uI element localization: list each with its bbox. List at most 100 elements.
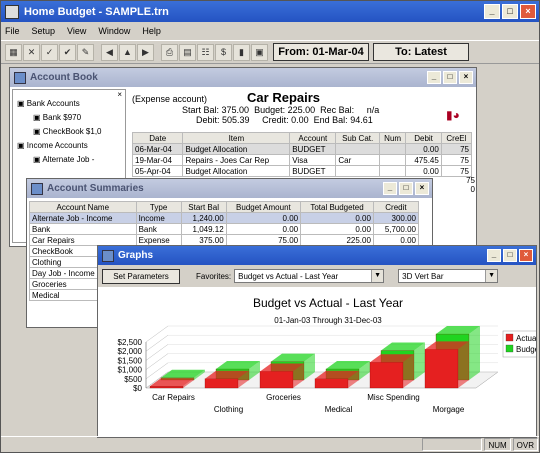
to-date-button[interactable]: To: Latest <box>373 43 469 61</box>
minimize-button[interactable]: _ <box>383 182 397 195</box>
account-summaries-titlebar[interactable]: Account Summaries _ □ × <box>27 179 432 198</box>
close-icon[interactable]: × <box>13 90 125 99</box>
maximize-button[interactable]: □ <box>503 249 517 262</box>
account-type: (Expense account) <box>132 94 208 104</box>
arrow-left-icon[interactable]: ◀ <box>101 43 118 61</box>
bar-actual <box>149 386 184 389</box>
graph-icon <box>102 249 114 262</box>
table-row[interactable]: Alternate Job - Income Income 1,240.00 0.00… <box>29 212 420 224</box>
arrow-up-icon[interactable]: ▲ <box>119 43 136 61</box>
bar-actual <box>314 378 349 389</box>
arrow-right-icon[interactable]: ▶ <box>137 43 154 61</box>
x-tick-label: Morgage <box>433 405 465 414</box>
app-title: Home Budget - SAMPLE.trn <box>24 5 169 18</box>
menu-help[interactable]: Help <box>142 26 161 36</box>
close-button[interactable]: × <box>520 4 536 19</box>
column-header: Date <box>131 132 184 144</box>
tree-item[interactable]: ▣ Bank $970 <box>13 113 125 127</box>
menu-view[interactable]: View <box>67 26 86 36</box>
num-lock-indicator: NUM <box>484 438 511 451</box>
delete-icon[interactable]: ✕ <box>23 43 40 61</box>
legend-swatch <box>505 333 514 342</box>
column-header: Sub Cat. <box>335 132 380 144</box>
tree-item[interactable]: ▣ CheckBook $1,0 <box>13 127 125 141</box>
x-tick-label: Medical <box>325 405 353 414</box>
account-book-title: Account Book <box>30 72 98 83</box>
column-header: Budget Amount <box>225 201 302 213</box>
check-all-icon[interactable]: ✔ <box>59 43 76 61</box>
account-summaries-title: Account Summaries <box>47 183 144 194</box>
table-row[interactable]: 19-Mar-04 Repairs - Joes Car Rep Visa Car 47… <box>131 154 473 166</box>
maximize-button[interactable]: □ <box>502 4 518 19</box>
column-header: Total Budgeted <box>300 201 374 213</box>
column-header: Num <box>378 132 407 144</box>
legend-swatch <box>505 344 514 353</box>
home-budget-app: Home Budget - SAMPLE.trn _ □ × File Setu… <box>0 0 540 453</box>
edit-icon[interactable]: ✎ <box>77 43 94 61</box>
y-tick-label: $1,000 <box>118 366 143 375</box>
menu-window[interactable]: Window <box>98 26 130 36</box>
toolbar: ▦ ✕ ✓ ✔ ✎ ◀ ▲ ▶ ⎙ ▤ ☷ $ ▮ ▣ From: 01-Mar… <box>1 40 539 64</box>
app-titlebar[interactable]: Home Budget - SAMPLE.trn _ □ × <box>1 1 539 22</box>
x-tick-label: Clothing <box>214 405 243 414</box>
menu-file[interactable]: File <box>5 26 20 36</box>
credit-column-overflow: 75 0 <box>466 176 475 194</box>
y-tick-label: $2,000 <box>118 347 143 356</box>
book-icon[interactable]: ▤ <box>179 43 196 61</box>
minimize-button[interactable]: _ <box>487 249 501 262</box>
summary-icon <box>31 182 43 195</box>
account-header: (Expense account) Car Repairs Start Bal:… <box>132 90 472 125</box>
table-row[interactable]: Car Repairs Expense 375.00 75.00 225.00 0.00 <box>29 234 420 246</box>
calculator-icon[interactable]: ▣ <box>251 43 268 61</box>
account-book-titlebar[interactable]: Account Book _ □ × <box>10 68 476 87</box>
budget-chart: Budget vs Actual - Last Year 01-Jan-03 Th… <box>98 287 536 437</box>
book-icon <box>14 71 26 84</box>
tree-item[interactable]: ▣ Alternate Job - <box>13 155 125 169</box>
table-row[interactable]: Bank Bank 1,049.12 0.00 0.00 5,700.00 <box>29 223 420 235</box>
grid-icon[interactable]: ▦ <box>5 43 22 61</box>
tree-icon[interactable]: ☷ <box>197 43 214 61</box>
graphs-title: Graphs <box>118 250 154 261</box>
print-icon[interactable]: ⎙ <box>161 43 178 61</box>
graphs-window: Graphs _ □ × Set Parameters Favorites: B… <box>97 245 537 438</box>
money-icon[interactable]: $ <box>215 43 232 61</box>
maximize-button[interactable]: □ <box>443 71 457 84</box>
bar-actual <box>204 378 239 389</box>
close-button[interactable]: × <box>415 182 429 195</box>
y-tick-label: $0 <box>133 384 142 393</box>
close-button[interactable]: × <box>459 71 473 84</box>
tree-item[interactable]: ▣ Bank Accounts <box>13 99 125 113</box>
minimize-button[interactable]: _ <box>484 4 500 19</box>
bar-actual <box>424 349 459 389</box>
x-tick-label: Misc Spending <box>367 393 419 402</box>
chart-type-select[interactable]: 3D Vert Bar ▼ <box>398 269 499 283</box>
status-panel <box>422 438 483 451</box>
menu-bar: File Setup View Window Help <box>1 22 539 40</box>
table-row[interactable]: 06-Mar-04 Budget Allocation BUDGET 0.00 75 <box>131 143 473 155</box>
x-tick-label: Car Repairs <box>152 393 195 402</box>
pie-chart-icon[interactable]: ▮◕ <box>446 108 472 122</box>
graphs-titlebar[interactable]: Graphs _ □ × <box>98 246 536 265</box>
legend-label: Budget <box>516 345 536 354</box>
y-tick-label: $500 <box>124 375 142 384</box>
minimize-button[interactable]: _ <box>427 71 441 84</box>
x-tick-label: Groceries <box>266 393 301 402</box>
column-header: Item <box>182 132 291 144</box>
tree-item[interactable]: ▣ Income Accounts <box>13 141 125 155</box>
chart-subtitle: 01-Jan-03 Through 31-Dec-03 <box>274 316 382 325</box>
set-parameters-button[interactable]: Set Parameters <box>102 268 180 284</box>
chevron-down-icon: ▼ <box>485 270 498 282</box>
from-date-button[interactable]: From: 01-Mar-04 <box>273 43 369 61</box>
favorites-label: Favorites: <box>196 271 232 281</box>
close-button[interactable]: × <box>519 249 533 262</box>
chart-icon[interactable]: ▮ <box>233 43 250 61</box>
check-icon[interactable]: ✓ <box>41 43 58 61</box>
table-row[interactable]: 05-Apr-04 Budget Allocation BUDGET 0.00 75 <box>131 165 473 177</box>
favorites-select[interactable]: Budget vs Actual - Last Year ▼ <box>234 269 385 283</box>
menu-setup[interactable]: Setup <box>32 26 56 36</box>
chart-title: Budget vs Actual - Last Year <box>253 296 403 310</box>
chevron-down-icon: ▼ <box>371 270 384 282</box>
maximize-button[interactable]: □ <box>399 182 413 195</box>
column-header: Credit <box>372 201 420 213</box>
legend-label: Actual <box>516 334 536 343</box>
